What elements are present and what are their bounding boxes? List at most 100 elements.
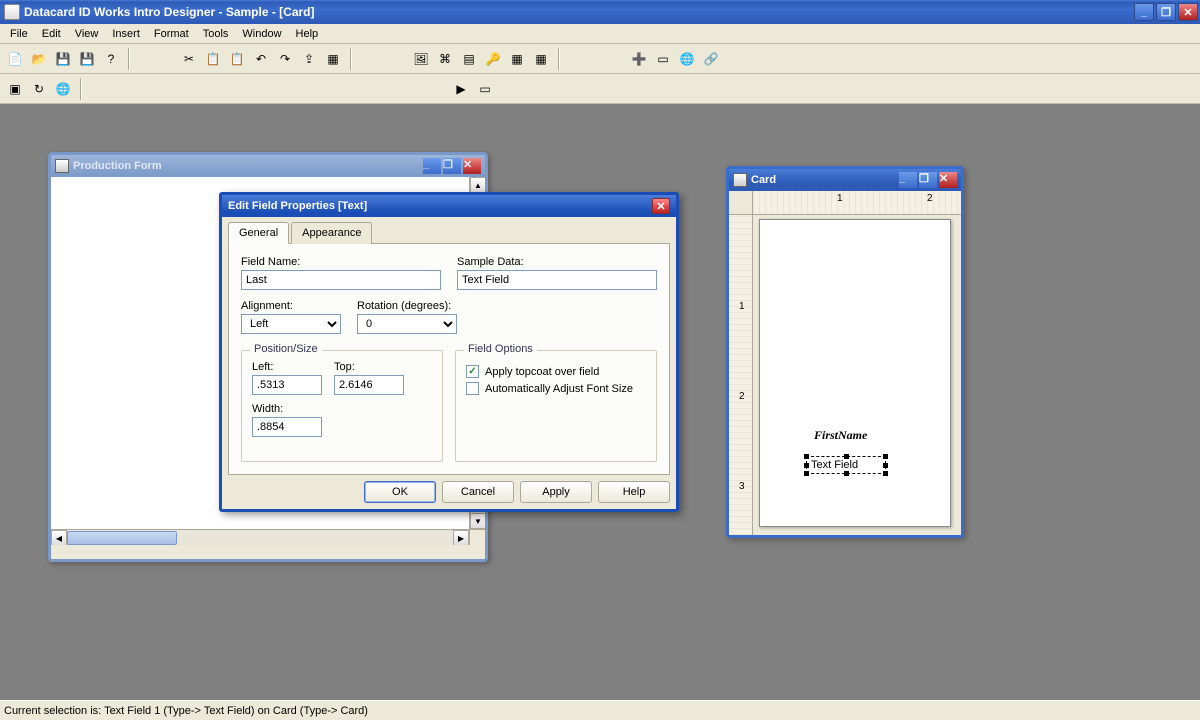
main-titlebar: Datacard ID Works Intro Designer - Sampl… <box>0 0 1200 24</box>
ruler-mark: 1 <box>837 193 843 204</box>
checkbox-apply-topcoat[interactable] <box>466 365 479 378</box>
mdi-workspace: Production Form _ ❐ ✕ ▲ ▼ ◀ ▶ Card <box>0 104 1200 700</box>
menu-edit[interactable]: Edit <box>36 26 67 42</box>
ruler-horizontal: 1 2 <box>753 191 961 215</box>
label-sample-data: Sample Data: <box>457 256 657 268</box>
menu-insert[interactable]: Insert <box>106 26 146 42</box>
edit-field-properties-dialog: Edit Field Properties [Text] ✕ General A… <box>219 192 679 512</box>
toolbar-separator <box>350 48 352 70</box>
dialog-tabstrip: General Appearance <box>228 221 670 244</box>
globe-icon[interactable]: 🌐 <box>52 78 74 100</box>
select-rotation[interactable]: 0 <box>357 314 457 334</box>
grid-icon[interactable]: ▦ <box>506 48 528 70</box>
checkbox-apply-topcoat-row[interactable]: Apply topcoat over field <box>466 365 646 378</box>
run-icon[interactable]: ▶ <box>450 78 472 100</box>
ruler-mark: 2 <box>739 391 745 402</box>
scroll-up-icon[interactable]: ▲ <box>470 177 485 193</box>
cut-icon[interactable]: ✂ <box>178 48 200 70</box>
card-titlebar[interactable]: Card _ ❐ ✕ <box>729 169 961 191</box>
pf-minimize-button[interactable]: _ <box>423 158 441 174</box>
ok-button[interactable]: OK <box>364 481 436 503</box>
menu-file[interactable]: File <box>4 26 34 42</box>
apply-button[interactable]: Apply <box>520 481 592 503</box>
key-icon[interactable]: 🔑 <box>482 48 504 70</box>
code-icon[interactable]: ⌘ <box>434 48 456 70</box>
dialog-title: Edit Field Properties [Text] <box>228 200 652 212</box>
select-alignment[interactable]: Left <box>241 314 341 334</box>
minimize-button[interactable]: _ <box>1134 3 1154 21</box>
checkbox-auto-font[interactable] <box>466 382 479 395</box>
save-icon[interactable]: 💾 <box>52 48 74 70</box>
dialog-titlebar[interactable]: Edit Field Properties [Text] ✕ <box>222 195 676 217</box>
addcard-icon[interactable]: ➕ <box>628 48 650 70</box>
ruler-mark: 1 <box>739 301 745 312</box>
toolbar-separator <box>558 48 560 70</box>
pf-scrollbar-h[interactable]: ◀ ▶ <box>51 529 469 545</box>
refresh-icon[interactable]: ↻ <box>28 78 50 100</box>
pf-maximize-button[interactable]: ❐ <box>443 158 461 174</box>
toolbar-separator <box>128 48 130 70</box>
menu-tools[interactable]: Tools <box>197 26 235 42</box>
chain-icon[interactable]: 🔗 <box>700 48 722 70</box>
snap-icon[interactable]: ▦ <box>322 48 344 70</box>
card-field-firstname[interactable]: FirstName <box>814 428 867 443</box>
menu-format[interactable]: Format <box>148 26 195 42</box>
close-button[interactable]: ✕ <box>1178 3 1198 21</box>
maximize-button[interactable]: ❐ <box>1156 3 1176 21</box>
toolbar-separator <box>80 78 82 100</box>
card-maximize-button[interactable]: ❐ <box>919 172 937 188</box>
ruler-corner <box>729 191 753 215</box>
window-icon <box>733 173 747 187</box>
pf-close-button[interactable]: ✕ <box>463 158 481 174</box>
menu-help[interactable]: Help <box>290 26 325 42</box>
statusbar: Current selection is: Text Field 1 (Type… <box>0 700 1200 720</box>
ruler-mark: 2 <box>927 193 933 204</box>
scroll-left-icon[interactable]: ◀ <box>51 530 67 545</box>
paste-icon[interactable]: 📋 <box>226 48 248 70</box>
app-title: Datacard ID Works Intro Designer - Sampl… <box>24 5 1134 19</box>
input-top[interactable] <box>334 375 404 395</box>
card-field-selected[interactable]: Text Field <box>806 456 886 474</box>
undo-icon[interactable]: ↶ <box>250 48 272 70</box>
card-icon[interactable]: ▭ <box>652 48 674 70</box>
tab-general[interactable]: General <box>228 222 289 244</box>
card-window[interactable]: Card _ ❐ ✕ 1 2 1 2 3 FirstName <box>726 166 964 538</box>
saveas-icon[interactable]: 💾 <box>76 48 98 70</box>
menubar: File Edit View Insert Format Tools Windo… <box>0 24 1200 44</box>
table-icon[interactable]: ▦ <box>530 48 552 70</box>
label-field-name: Field Name: <box>241 256 441 268</box>
open-icon[interactable]: 📂 <box>28 48 50 70</box>
new-icon[interactable]: 📄 <box>4 48 26 70</box>
help-icon[interactable]: ? <box>100 48 122 70</box>
dialog-close-button[interactable]: ✕ <box>652 198 670 214</box>
input-sample-data[interactable] <box>457 270 657 290</box>
image-icon[interactable]: 🖼 <box>410 48 432 70</box>
card-title: Card <box>751 174 899 186</box>
card-canvas[interactable]: FirstName Text Field <box>759 219 951 527</box>
input-left[interactable] <box>252 375 322 395</box>
menu-view[interactable]: View <box>69 26 105 42</box>
world-icon[interactable]: 🌐 <box>676 48 698 70</box>
card-minimize-button[interactable]: _ <box>899 172 917 188</box>
resize-grip[interactable] <box>469 529 485 545</box>
tab-appearance[interactable]: Appearance <box>291 222 372 244</box>
scroll-down-icon[interactable]: ▼ <box>470 513 485 529</box>
checkbox-auto-font-row[interactable]: Automatically Adjust Font Size <box>466 382 646 395</box>
copy-icon[interactable]: 📋 <box>202 48 224 70</box>
scroll-right-icon[interactable]: ▶ <box>453 530 469 545</box>
production-form-titlebar[interactable]: Production Form _ ❐ ✕ <box>51 155 485 177</box>
help-button[interactable]: Help <box>598 481 670 503</box>
cancel-button[interactable]: Cancel <box>442 481 514 503</box>
input-field-name[interactable] <box>241 270 441 290</box>
redo-icon[interactable]: ↷ <box>274 48 296 70</box>
import-icon[interactable]: ⇪ <box>298 48 320 70</box>
app-icon-small[interactable]: ▣ <box>4 78 26 100</box>
legend-field-options: Field Options <box>464 343 537 355</box>
card-field-text: Text Field <box>811 459 858 471</box>
input-width[interactable] <box>252 417 322 437</box>
db-icon[interactable]: ▤ <box>458 48 480 70</box>
menu-window[interactable]: Window <box>236 26 287 42</box>
scroll-thumb[interactable] <box>67 531 177 545</box>
page-icon[interactable]: ▭ <box>474 78 496 100</box>
card-close-button[interactable]: ✕ <box>939 172 957 188</box>
